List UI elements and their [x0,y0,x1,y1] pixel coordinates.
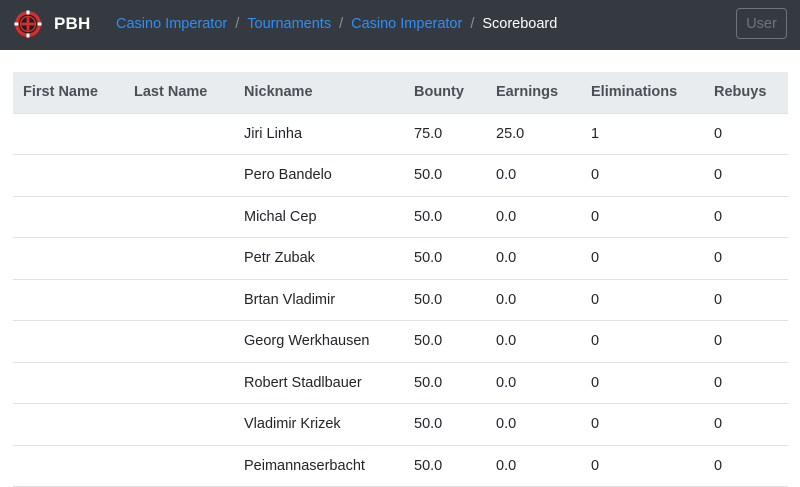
column-header-eliminations[interactable]: Eliminations [581,72,704,114]
last-name-cell [124,113,234,155]
bounty-cell: 75.0 [404,113,486,155]
last-name-cell [124,445,234,487]
scoreboard-table: First Name Last Name Nickname Bounty Ear… [13,72,788,487]
earnings-cell: 0.0 [486,445,581,487]
first-name-cell [13,403,124,446]
eliminations-cell: 0 [581,279,704,321]
column-header-last-name[interactable]: Last Name [124,72,234,114]
earnings-cell: 0.0 [486,320,581,363]
user-button[interactable]: User [736,8,787,39]
last-name-cell [124,320,234,363]
eliminations-cell: 0 [581,196,704,238]
breadcrumb-tournament-link[interactable]: Casino Imperator [351,16,462,32]
nickname-cell: Vladimir Krizek [234,403,404,446]
last-name-cell [124,403,234,446]
eliminations-cell: 0 [581,154,704,197]
nickname-cell: Georg Werkhausen [234,320,404,363]
rebuys-cell: 0 [704,362,788,404]
earnings-cell: 25.0 [486,113,581,155]
table-row: Peimannaserbacht 50.0 0.0 0 0 [13,445,788,487]
first-name-cell [13,279,124,321]
rebuys-cell: 0 [704,445,788,487]
rebuys-cell: 0 [704,237,788,280]
nickname-cell: Pero Bandelo [234,154,404,197]
bounty-cell: 50.0 [404,403,486,446]
breadcrumb-tournaments-link[interactable]: Tournaments [247,16,331,32]
bounty-cell: 50.0 [404,279,486,321]
earnings-cell: 0.0 [486,154,581,197]
nickname-cell: Brtan Vladimir [234,279,404,321]
brand-name: PBH [54,14,91,33]
last-name-cell [124,154,234,197]
column-header-first-name[interactable]: First Name [13,72,124,114]
first-name-cell [13,445,124,487]
eliminations-cell: 0 [581,237,704,280]
bounty-cell: 50.0 [404,237,486,280]
first-name-cell [13,113,124,155]
nickname-cell: Jiri Linha [234,113,404,155]
column-header-nickname[interactable]: Nickname [234,72,404,114]
eliminations-cell: 0 [581,362,704,404]
bounty-cell: 50.0 [404,154,486,197]
header-row: First Name Last Name Nickname Bounty Ear… [13,72,788,114]
breadcrumb-separator: / [339,16,344,32]
last-name-cell [124,279,234,321]
nickname-cell: Michal Cep [234,196,404,238]
first-name-cell [13,362,124,404]
rebuys-cell: 0 [704,113,788,155]
rebuys-cell: 0 [704,279,788,321]
poker-chip-logo-icon [14,10,42,38]
first-name-cell [13,237,124,280]
breadcrumb: Casino Imperator / Tournaments / Casino … [116,0,557,48]
brand-home-link[interactable]: PBH [14,9,91,39]
bounty-cell: 50.0 [404,320,486,363]
bounty-cell: 50.0 [404,362,486,404]
eliminations-cell: 0 [581,403,704,446]
last-name-cell [124,196,234,238]
last-name-cell [124,237,234,280]
table-row: Georg Werkhausen 50.0 0.0 0 0 [13,320,788,363]
breadcrumb-separator: / [470,16,475,32]
nickname-cell: Peimannaserbacht [234,445,404,487]
first-name-cell [13,196,124,238]
eliminations-cell: 1 [581,113,704,155]
bounty-cell: 50.0 [404,196,486,238]
table-row: Vladimir Krizek 50.0 0.0 0 0 [13,403,788,446]
breadcrumb-separator: / [235,16,240,32]
earnings-cell: 0.0 [486,237,581,280]
eliminations-cell: 0 [581,320,704,363]
scoreboard-container: First Name Last Name Nickname Bounty Ear… [13,72,788,487]
column-header-bounty[interactable]: Bounty [404,72,486,114]
table-row: Jiri Linha 75.0 25.0 1 0 [13,113,788,155]
earnings-cell: 0.0 [486,279,581,321]
table-row: Michal Cep 50.0 0.0 0 0 [13,196,788,238]
eliminations-cell: 0 [581,445,704,487]
last-name-cell [124,362,234,404]
breadcrumb-casino-link[interactable]: Casino Imperator [116,16,227,32]
bounty-cell: 50.0 [404,445,486,487]
table-row: Robert Stadlbauer 50.0 0.0 0 0 [13,362,788,404]
breadcrumb-current-page: Scoreboard [482,16,558,32]
first-name-cell [13,320,124,363]
rebuys-cell: 0 [704,154,788,197]
nickname-cell: Petr Zubak [234,237,404,280]
first-name-cell [13,154,124,197]
rebuys-cell: 0 [704,403,788,446]
table-row: Pero Bandelo 50.0 0.0 0 0 [13,154,788,197]
earnings-cell: 0.0 [486,362,581,404]
table-row: Petr Zubak 50.0 0.0 0 0 [13,237,788,280]
earnings-cell: 0.0 [486,196,581,238]
rebuys-cell: 0 [704,196,788,238]
nickname-cell: Robert Stadlbauer [234,362,404,404]
column-header-rebuys[interactable]: Rebuys [704,72,788,114]
column-header-earnings[interactable]: Earnings [486,72,581,114]
table-row: Brtan Vladimir 50.0 0.0 0 0 [13,279,788,321]
top-navbar: PBH Casino Imperator / Tournaments / Cas… [0,0,800,50]
rebuys-cell: 0 [704,320,788,363]
earnings-cell: 0.0 [486,403,581,446]
scoreboard-header: First Name Last Name Nickname Bounty Ear… [13,72,788,114]
scoreboard-body: Jiri Linha 75.0 25.0 1 0 Pero Bandelo 50.0 0.0 0… [13,113,788,487]
